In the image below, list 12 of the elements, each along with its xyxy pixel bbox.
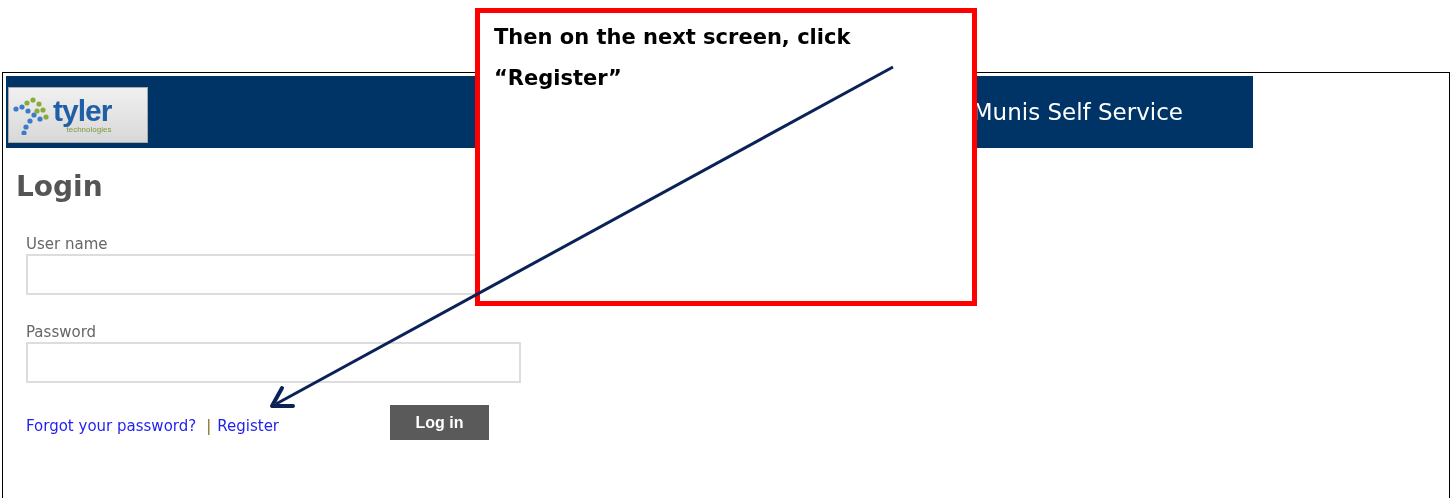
field-label: Password xyxy=(26,323,98,341)
separator: | xyxy=(206,416,212,435)
logo-name: tyler xyxy=(53,96,112,126)
login-button[interactable]: Log in xyxy=(390,405,490,440)
password-field[interactable] xyxy=(26,342,521,383)
page-heading: Login xyxy=(16,170,104,203)
logo-subtitle: technologies xyxy=(66,126,112,134)
register-link[interactable]: Register xyxy=(217,416,280,435)
forgot-password-link[interactable]: Forgot your password? xyxy=(26,416,197,435)
callout-text: Then on the next screen, click “Register” xyxy=(494,24,852,92)
dots-icon xyxy=(13,95,49,135)
field-label: User name xyxy=(26,235,109,253)
